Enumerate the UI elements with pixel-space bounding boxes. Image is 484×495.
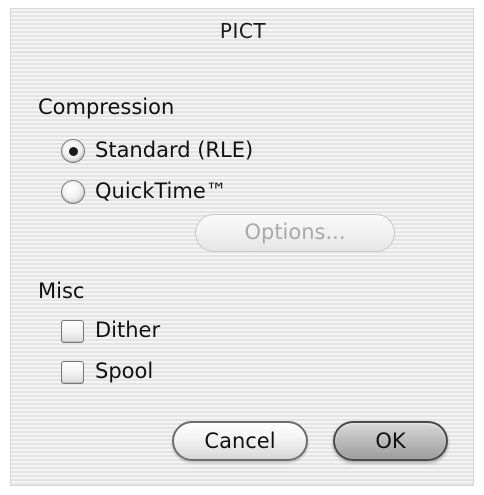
radio-selected-dot bbox=[69, 147, 78, 156]
spool-label[interactable]: Spool bbox=[95, 359, 153, 383]
standard-rle-label[interactable]: Standard (RLE) bbox=[95, 138, 253, 162]
quicktime-radio[interactable] bbox=[61, 180, 85, 204]
misc-label: Misc bbox=[38, 279, 85, 303]
dither-label[interactable]: Dither bbox=[95, 318, 160, 342]
standard-rle-radio[interactable] bbox=[61, 139, 85, 163]
quicktime-label[interactable]: QuickTime™ bbox=[95, 179, 227, 203]
options-button[interactable]: Options... bbox=[195, 214, 395, 252]
dither-checkbox[interactable] bbox=[61, 320, 84, 343]
pict-dialog: PICT Compression Standard (RLE) QuickTim… bbox=[10, 8, 475, 486]
title-divider bbox=[11, 52, 475, 53]
dialog-title: PICT bbox=[219, 19, 267, 43]
spool-checkbox[interactable] bbox=[61, 361, 84, 384]
cancel-button[interactable]: Cancel bbox=[172, 421, 308, 461]
compression-label: Compression bbox=[38, 95, 175, 119]
ok-button[interactable]: OK bbox=[333, 421, 448, 461]
